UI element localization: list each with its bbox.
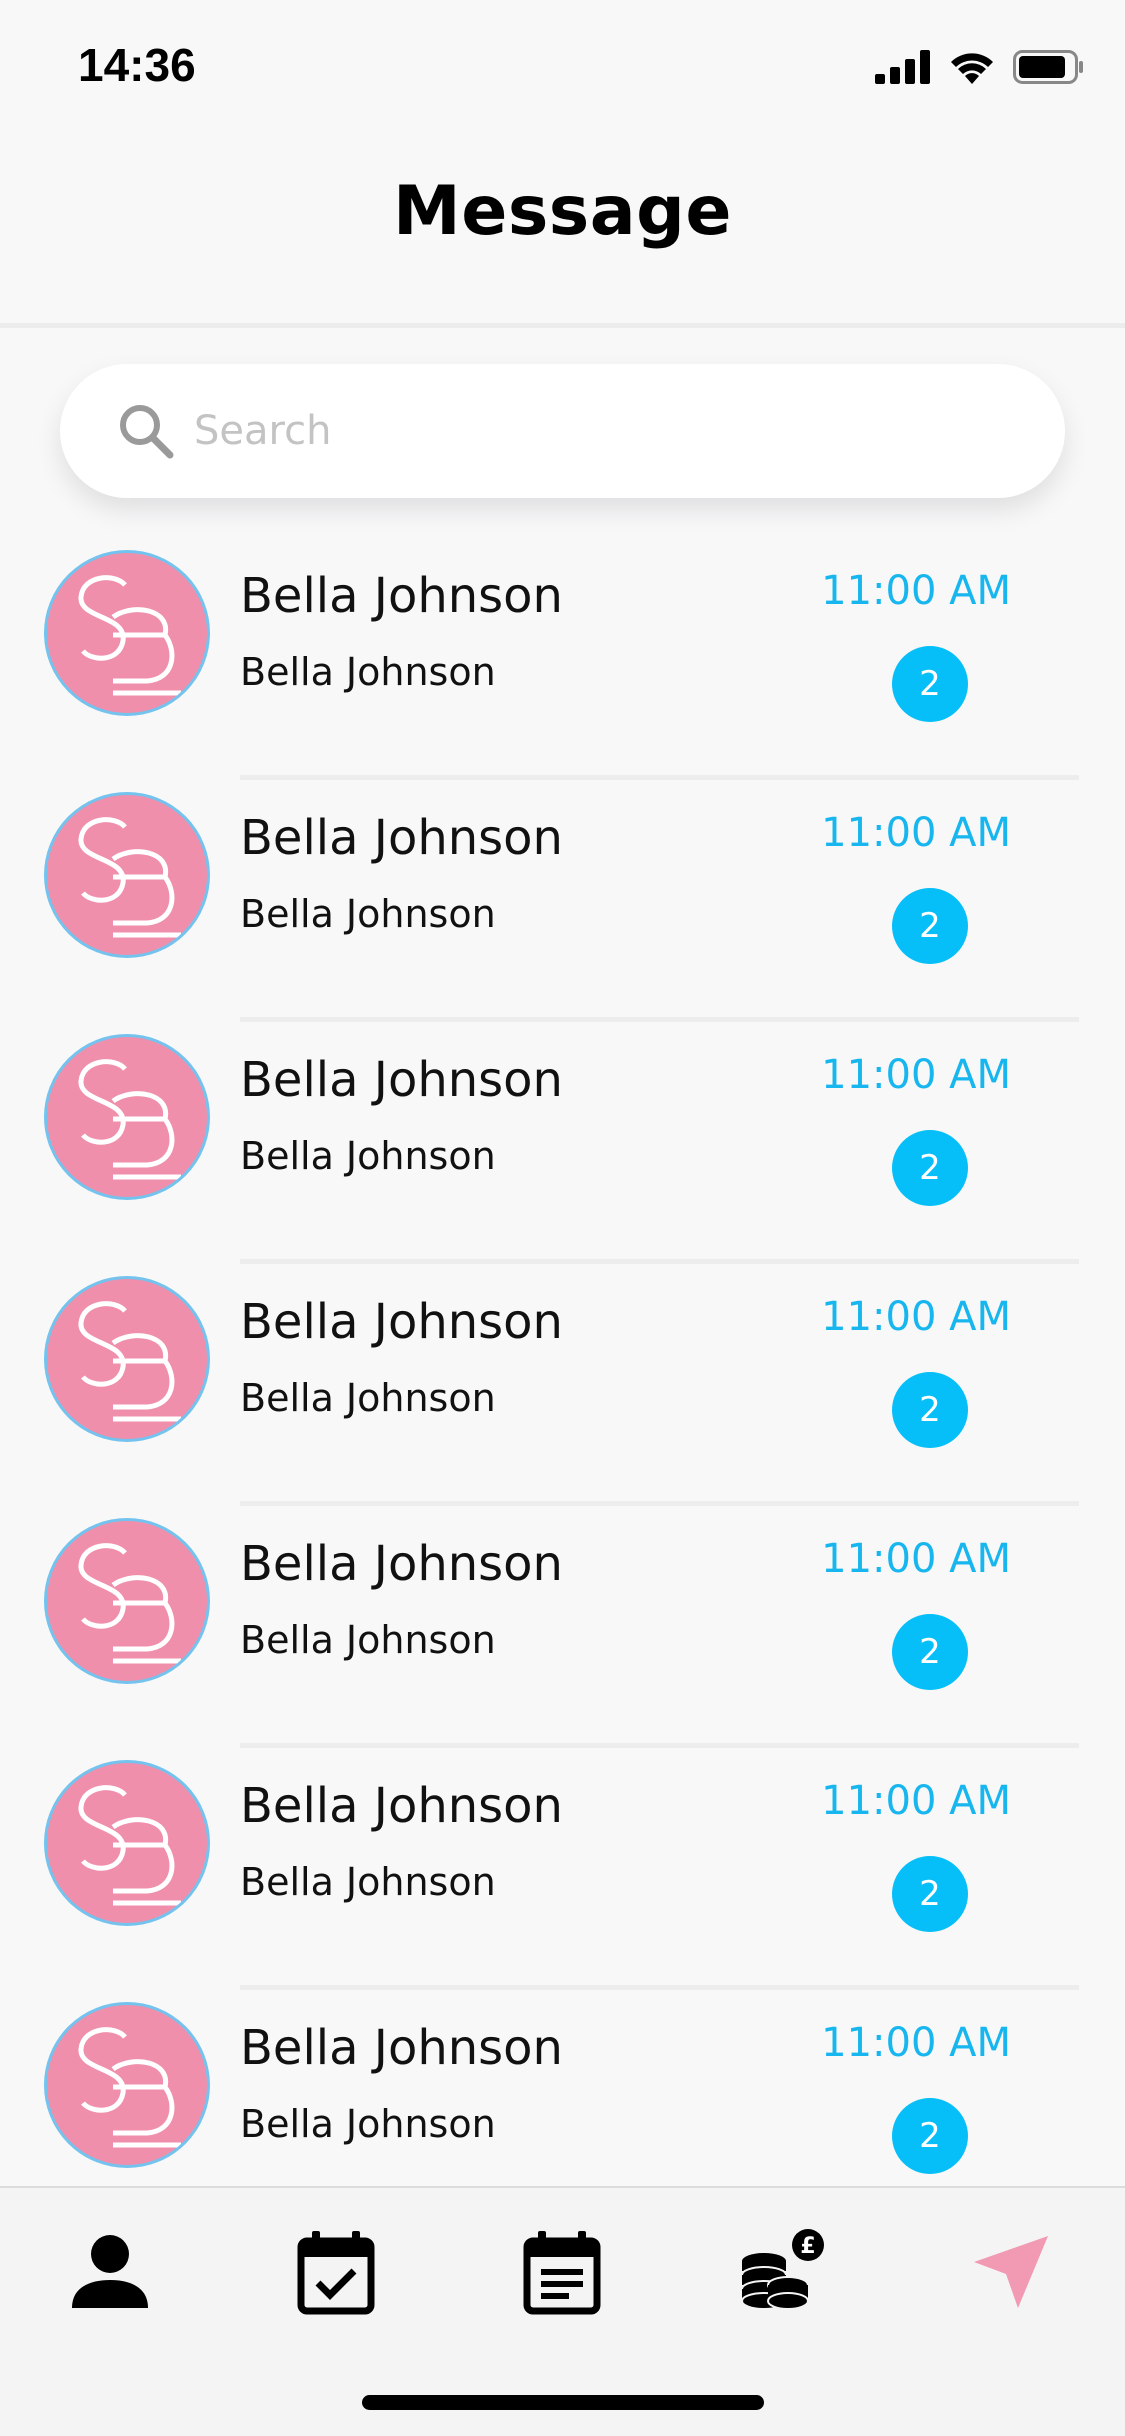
unread-badge: 2 <box>892 1614 968 1690</box>
status-time: 14:36 <box>78 39 196 91</box>
tab-profile[interactable] <box>60 2222 160 2322</box>
conversation-row[interactable]: Bella Johnson Bella Johnson 11:00 AM 2 <box>0 1022 1125 1264</box>
unread-badge: 2 <box>892 1856 968 1932</box>
message-preview: Bella Johnson <box>240 1134 496 1178</box>
page-title: Message <box>393 172 732 251</box>
avatar <box>44 1518 210 1684</box>
message-time: 11:00 AM <box>821 1294 1011 1340</box>
message-preview: Bella Johnson <box>240 1376 496 1420</box>
unread-badge: 2 <box>892 888 968 964</box>
avatar <box>44 1276 210 1442</box>
sb-logo-icon <box>78 2027 181 2148</box>
message-preview: Bella Johnson <box>240 892 496 936</box>
message-time: 11:00 AM <box>821 810 1011 856</box>
sb-logo-icon <box>78 575 181 696</box>
send-icon <box>974 2236 1048 2308</box>
message-time: 11:00 AM <box>821 1536 1011 1582</box>
message-preview: Bella Johnson <box>240 1860 496 1904</box>
unread-badge: 2 <box>892 1372 968 1448</box>
conversation-row[interactable]: Bella Johnson Bella Johnson 11:00 AM 2 <box>0 1264 1125 1506</box>
message-preview: Bella Johnson <box>240 650 496 694</box>
sb-logo-icon <box>78 1785 181 1906</box>
conversation-list: Bella Johnson Bella Johnson 11:00 AM 2 B… <box>0 538 1125 2188</box>
battery-icon <box>1013 50 1083 84</box>
sb-logo-icon <box>78 1543 181 1664</box>
tab-payments[interactable]: £ <box>732 2222 832 2322</box>
tab-messages[interactable] <box>960 2222 1060 2322</box>
contact-name: Bella Johnson <box>240 1294 563 1350</box>
avatar <box>44 1760 210 1926</box>
header: Message <box>0 132 1125 328</box>
conversation-row[interactable]: Bella Johnson Bella Johnson 11:00 AM 2 <box>0 538 1125 780</box>
avatar <box>44 2002 210 2168</box>
sb-logo-icon <box>78 1059 181 1180</box>
message-preview: Bella Johnson <box>240 1618 496 1662</box>
tab-schedule[interactable] <box>286 2222 386 2322</box>
avatar <box>44 550 210 716</box>
status-bar: 14:36 <box>0 0 1125 132</box>
message-preview: Bella Johnson <box>240 2102 496 2146</box>
search-bar[interactable] <box>60 364 1065 498</box>
message-time: 11:00 AM <box>821 568 1011 614</box>
contact-name: Bella Johnson <box>240 810 563 866</box>
contact-name: Bella Johnson <box>240 1778 563 1834</box>
cellular-signal-icon <box>875 50 930 84</box>
search-icon <box>120 405 174 459</box>
wifi-icon <box>951 53 993 84</box>
sb-logo-icon <box>78 817 181 938</box>
conversation-row[interactable]: Bella Johnson Bella Johnson 11:00 AM 2 <box>0 780 1125 1022</box>
svg-text:£: £ <box>800 2234 815 2259</box>
message-time: 11:00 AM <box>821 1778 1011 1824</box>
message-time: 11:00 AM <box>821 1052 1011 1098</box>
unread-badge: 2 <box>892 646 968 722</box>
calendar-notes-icon <box>523 2231 601 2315</box>
contact-name: Bella Johnson <box>240 2020 563 2076</box>
contact-name: Bella Johnson <box>240 1052 563 1108</box>
status-icons <box>875 50 1085 84</box>
message-time: 11:00 AM <box>821 2020 1011 2066</box>
conversation-row[interactable]: Bella Johnson Bella Johnson 11:00 AM 2 <box>0 1990 1125 2188</box>
contact-name: Bella Johnson <box>240 568 563 624</box>
coins-pound-icon: £ <box>741 2229 824 2310</box>
sb-logo-icon <box>78 1301 181 1422</box>
home-indicator <box>362 2395 764 2410</box>
avatar <box>44 792 210 958</box>
avatar <box>44 1034 210 1200</box>
conversation-row[interactable]: Bella Johnson Bella Johnson 11:00 AM 2 <box>0 1748 1125 1990</box>
unread-badge: 2 <box>892 2098 968 2174</box>
contact-name: Bella Johnson <box>240 1536 563 1592</box>
conversation-row[interactable]: Bella Johnson Bella Johnson 11:00 AM 2 <box>0 1506 1125 1748</box>
person-icon <box>72 2235 148 2308</box>
tab-bookings[interactable] <box>512 2222 612 2322</box>
search-input[interactable] <box>194 391 1065 471</box>
calendar-check-icon <box>297 2231 375 2315</box>
unread-badge: 2 <box>892 1130 968 1206</box>
